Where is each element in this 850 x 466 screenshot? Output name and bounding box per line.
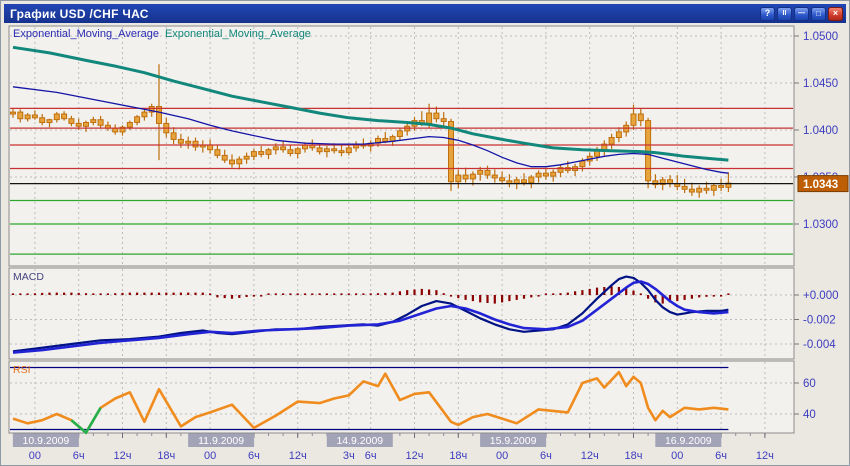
- rsi-axis-label: 40: [803, 409, 816, 421]
- time-label: 6ч: [715, 450, 727, 462]
- macd-axis-label: -0.002: [803, 315, 836, 327]
- macd-label: MACD: [13, 271, 44, 283]
- macd-axis-label: +0.000: [803, 290, 839, 302]
- time-label: 00: [671, 450, 683, 462]
- time-label: 18ч: [625, 450, 643, 462]
- time-axis: 10.9.2009 11.9.2009 14.9.2009 15.9.2009 16.9…: [13, 433, 774, 462]
- time-label: 00: [496, 450, 508, 462]
- current-price-tag: 1.0343: [798, 176, 848, 192]
- rsi-panel[interactable]: [9, 361, 794, 433]
- time-label: 6ч: [540, 450, 552, 462]
- time-label: 12ч: [114, 450, 132, 462]
- date-badge: 15.9.2009: [480, 434, 546, 448]
- time-label: 00: [29, 450, 41, 462]
- price-axis-label: 1.0500: [803, 31, 838, 43]
- time-label: 18ч: [449, 450, 467, 462]
- price-axis-label: 1.0300: [803, 219, 838, 231]
- pause-button[interactable]: II: [777, 7, 792, 21]
- svg-text:10.9.2009: 10.9.2009: [23, 435, 70, 447]
- time-label: 18ч: [157, 450, 175, 462]
- price-axis-label: 1.0400: [803, 125, 838, 137]
- price-axis: 1.05001.04501.04001.03501.03001.0343+0.0…: [794, 31, 848, 421]
- rsi-label: RSI: [13, 364, 31, 376]
- date-badge: 14.9.2009: [327, 434, 393, 448]
- macd-axis-label: -0.004: [803, 339, 836, 351]
- date-badge: 16.9.2009: [655, 434, 721, 448]
- time-label: 12ч: [581, 450, 599, 462]
- chart-panels[interactable]: [9, 26, 794, 433]
- window-title: График USD /CHF ЧАС: [4, 7, 149, 21]
- svg-text:11.9.2009: 11.9.2009: [198, 435, 244, 447]
- chart-window: Exponential_Moving_AverageExponential_Mo…: [0, 0, 850, 466]
- maximize-button[interactable]: □: [811, 7, 826, 21]
- minimize-button[interactable]: —: [794, 7, 809, 21]
- time-label: 12ч: [756, 450, 774, 462]
- rsi-axis-label: 60: [803, 378, 816, 390]
- time-label: 12ч: [406, 450, 424, 462]
- window-buttons: ? II — □ ×: [760, 7, 846, 21]
- svg-text:1.0343: 1.0343: [803, 179, 838, 191]
- close-button[interactable]: ×: [828, 7, 843, 21]
- svg-text:15.9.2009: 15.9.2009: [490, 435, 537, 447]
- time-label: 6ч: [73, 450, 85, 462]
- main-chart-panel[interactable]: [9, 26, 794, 266]
- svg-text:14.9.2009: 14.9.2009: [336, 435, 383, 447]
- date-badge: 11.9.2009: [188, 434, 254, 448]
- svg-text:16.9.2009: 16.9.2009: [665, 435, 712, 447]
- time-label: 3ч: [343, 450, 355, 462]
- time-label: 6ч: [365, 450, 377, 462]
- time-label: 00: [204, 450, 216, 462]
- help-button[interactable]: ?: [760, 7, 775, 21]
- date-badge: 10.9.2009: [13, 434, 79, 448]
- time-label: 6ч: [248, 450, 260, 462]
- title-bar[interactable]: График USD /CHF ЧАС ? II — □ ×: [4, 4, 846, 23]
- price-axis-label: 1.0450: [803, 78, 838, 90]
- chart-canvas[interactable]: Exponential_Moving_AverageExponential_Mo…: [1, 1, 850, 466]
- time-label: 12ч: [289, 450, 307, 462]
